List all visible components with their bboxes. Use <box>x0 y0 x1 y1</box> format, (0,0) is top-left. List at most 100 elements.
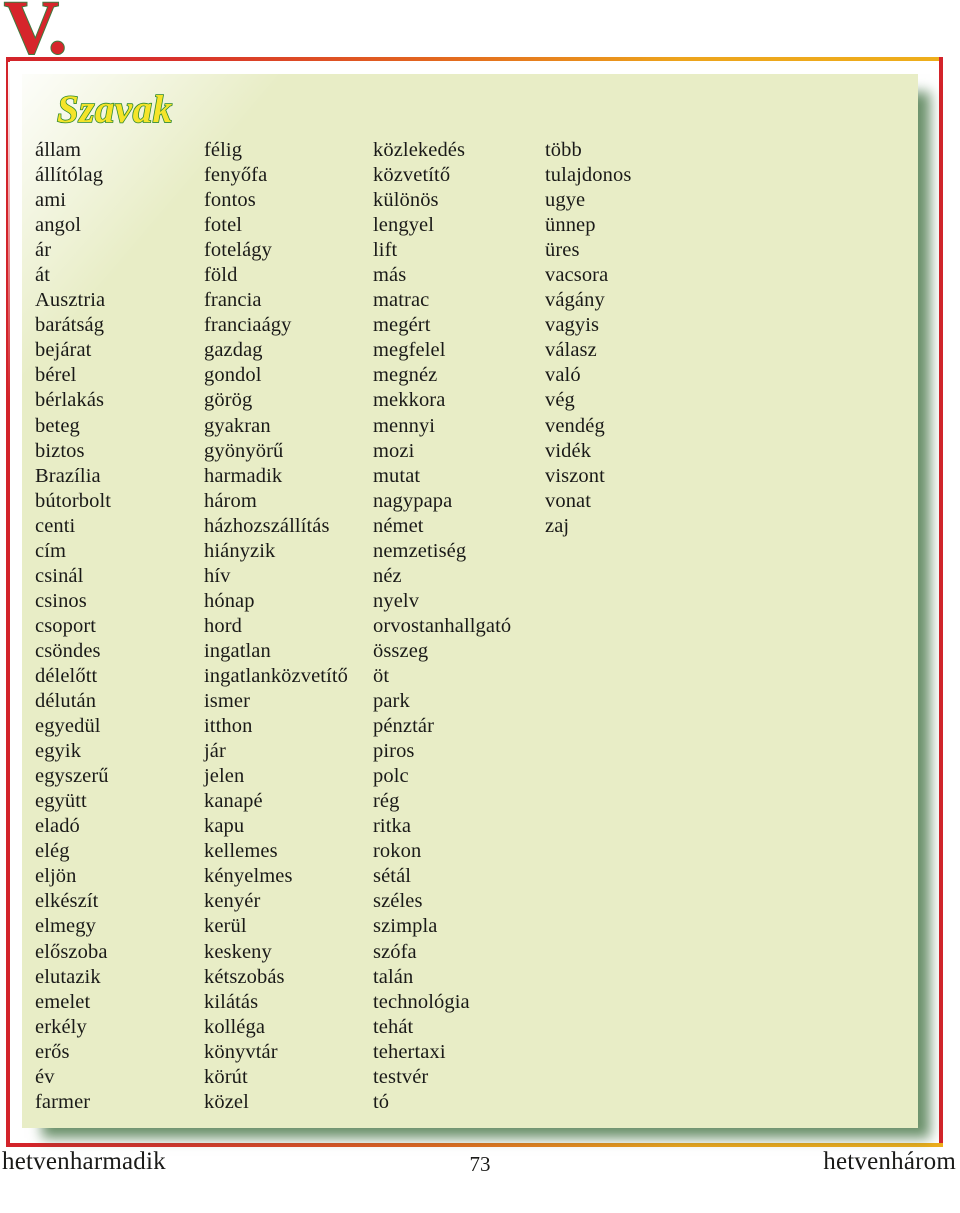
word-item: tehertaxi <box>373 1040 446 1063</box>
word-item: gazdag <box>204 339 263 362</box>
word-item: beteg <box>35 414 80 437</box>
word-item: ár <box>35 239 52 262</box>
word-item: hord <box>204 614 242 637</box>
word-item: át <box>35 264 50 287</box>
word-item: kapu <box>204 815 245 838</box>
footer-page-number: 73 <box>469 1152 491 1176</box>
word-item: megért <box>373 314 431 337</box>
word-item: elkészít <box>35 890 99 913</box>
word-item: hónap <box>204 589 255 612</box>
word-item: barátság <box>35 314 105 337</box>
word-item: egyik <box>35 740 82 763</box>
word-item: összeg <box>373 639 429 662</box>
word-column-4: több tulajdonos ugye ünnep üres vacsora vágány… <box>545 138 725 1115</box>
word-item: görög <box>204 389 253 412</box>
word-item: szimpla <box>373 915 438 938</box>
word-item: erkély <box>35 1015 87 1038</box>
word-item: Brazília <box>35 464 101 487</box>
word-item: biztos <box>35 439 85 462</box>
word-item: német <box>373 514 424 537</box>
word-item: ingatlanközvetítő <box>204 664 349 687</box>
word-item: piros <box>373 740 415 763</box>
word-item: nyelv <box>373 589 420 612</box>
word-item: ami <box>35 189 67 212</box>
word-item: emelet <box>35 990 91 1013</box>
word-item: közel <box>204 1090 249 1113</box>
word-item: megfelel <box>373 339 446 362</box>
word-item: fenyőfa <box>204 164 268 187</box>
word-item: fotelágy <box>204 239 272 262</box>
word-item: vágány <box>545 289 605 312</box>
word-item: kolléga <box>204 1015 266 1038</box>
word-item: kanapé <box>204 790 263 813</box>
word-item: válasz <box>545 339 597 362</box>
word-item: gondol <box>204 364 262 387</box>
word-item: csinos <box>35 589 87 612</box>
word-item: szófa <box>373 940 417 963</box>
word-item: centi <box>35 514 76 537</box>
word-item: más <box>373 264 407 287</box>
word-item: délelőtt <box>35 664 98 687</box>
word-item: polc <box>373 765 409 788</box>
word-columns: állam állítólag ami angol ár át Ausztria baráts… <box>22 138 918 1115</box>
word-item: vagyis <box>545 314 600 337</box>
word-item: több <box>545 139 582 161</box>
word-item: könyvtár <box>204 1040 278 1063</box>
word-item: francia <box>204 289 262 312</box>
word-item: közlekedés <box>373 139 466 161</box>
word-item: tulajdonos <box>545 164 632 187</box>
word-item: bejárat <box>35 339 92 362</box>
word-item: rég <box>373 790 400 813</box>
word-item: jelen <box>204 765 245 788</box>
word-item: mennyi <box>373 414 436 437</box>
word-item: bérel <box>35 364 77 387</box>
word-item: év <box>35 1065 55 1088</box>
word-item: farmer <box>35 1090 91 1113</box>
word-item: közvetítő <box>373 164 451 187</box>
word-item: csoport <box>35 614 97 637</box>
word-item: jár <box>204 740 226 763</box>
chapter-numeral: V. <box>3 0 68 70</box>
word-item: nemzetiség <box>373 539 467 562</box>
word-item: itthon <box>204 715 253 738</box>
word-column-1: állam állítólag ami angol ár át Ausztria baráts… <box>22 138 204 1115</box>
frame-edge-top <box>6 57 943 61</box>
frame-edge-left <box>6 57 10 1147</box>
word-item: vidék <box>545 439 592 462</box>
word-item: körút <box>204 1065 248 1088</box>
frame-edge-bottom <box>6 1143 943 1147</box>
word-item: való <box>545 364 581 387</box>
word-item: bútorbolt <box>35 489 112 512</box>
word-item: viszont <box>545 464 605 487</box>
word-item: vég <box>545 389 575 412</box>
word-item: zaj <box>545 514 570 537</box>
word-item: egyszerű <box>35 765 109 788</box>
word-item: csöndes <box>35 639 101 662</box>
word-column-2: félig fenyőfa fontos fotel fotelágy föld franc… <box>204 138 373 1115</box>
word-item: kétszobás <box>204 965 285 988</box>
word-item: eladó <box>35 815 80 838</box>
frame-edge-right <box>939 57 943 1147</box>
word-item: föld <box>204 264 238 287</box>
word-item: orvostanhallgató <box>373 614 512 637</box>
word-item: néz <box>373 564 402 587</box>
word-item: együtt <box>35 790 87 813</box>
word-item: mutat <box>373 464 421 487</box>
word-item: mekkora <box>373 389 446 412</box>
word-item: lift <box>373 239 398 262</box>
word-item: cím <box>35 539 67 562</box>
word-item: fontos <box>204 189 256 212</box>
word-item: tehát <box>373 1015 414 1038</box>
word-item: lengyel <box>373 214 435 237</box>
word-item: állam <box>35 139 82 161</box>
page-footer: hetvenharmadik 73 hetvenhárom <box>0 1148 960 1192</box>
word-item: mozi <box>373 439 415 462</box>
section-heading: Szavak <box>56 88 173 131</box>
word-item: hív <box>204 564 231 587</box>
word-item: testvér <box>373 1065 429 1088</box>
word-item: tó <box>373 1090 390 1113</box>
word-item: megnéz <box>373 364 438 387</box>
word-item: ritka <box>373 815 412 838</box>
word-item: kellemes <box>204 840 278 863</box>
word-item: gyönyörű <box>204 439 284 462</box>
